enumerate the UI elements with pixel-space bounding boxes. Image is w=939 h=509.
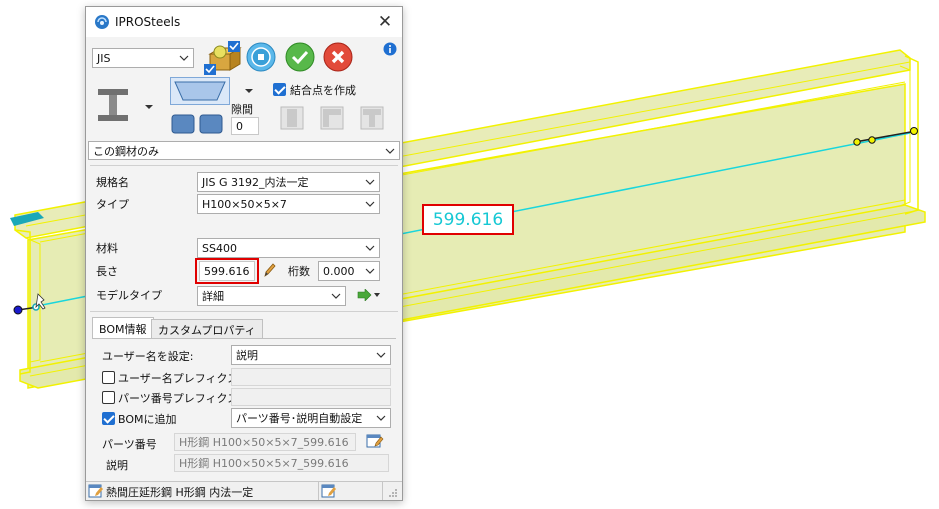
cancel-icon[interactable] <box>323 42 353 72</box>
type-value: H100×50×5×7 <box>202 197 287 211</box>
placement-dropdown-icon[interactable] <box>244 87 254 95</box>
apply-icon[interactable] <box>246 42 276 72</box>
part-number-label: パーツ番号 <box>102 438 157 451</box>
chevron-down-icon <box>376 415 386 421</box>
username-label: ユーザー名を設定: <box>102 350 194 363</box>
username-prefix-checkbox[interactable] <box>102 371 115 384</box>
model-type-select[interactable]: 詳細 <box>197 286 346 306</box>
title-bar: IPROSteels ✕ <box>86 7 402 37</box>
ok-icon[interactable] <box>285 42 315 72</box>
length-highlight <box>195 258 259 284</box>
chevron-down-icon <box>365 245 375 251</box>
iprosteels-dialog: IPROSteels ✕ JIS 結合点を作成 隙間 0 この鋼材のみ 規格名 … <box>85 6 403 501</box>
end-point-handle-b[interactable] <box>868 136 876 144</box>
chevron-down-icon <box>331 293 341 299</box>
standard-select[interactable]: JIS <box>92 48 194 68</box>
connect-type-c-icon[interactable] <box>359 105 385 131</box>
chevron-down-icon <box>385 148 395 154</box>
dimension-label[interactable]: 599.616 <box>422 204 514 235</box>
h-beam-icon[interactable] <box>94 85 134 125</box>
edit-note-icon[interactable] <box>366 433 384 449</box>
type-label: タイプ <box>96 198 129 211</box>
scope-value: この鋼材のみ <box>93 144 159 158</box>
placement-selector[interactable] <box>170 77 230 105</box>
end-point-handle-a[interactable] <box>853 138 861 146</box>
status-divider <box>382 482 383 500</box>
digits-label: 桁数 <box>288 265 310 278</box>
joint-label: 結合点を作成 <box>290 84 356 97</box>
alignment-icons[interactable] <box>170 111 226 135</box>
start-point-handle[interactable] <box>13 305 23 315</box>
tab-bom[interactable]: BOM情報 <box>92 317 154 339</box>
add-bom-value: パーツ番号･説明自動設定 <box>236 412 363 425</box>
spec-select[interactable]: JIS G 3192_内法一定 <box>197 172 380 192</box>
placement-shape-icon <box>174 81 226 101</box>
digits-value: 0.000 <box>323 264 355 278</box>
arrow-icon <box>357 289 380 301</box>
add-bom-select[interactable]: パーツ番号･説明自動設定 <box>231 408 391 428</box>
description-field: H形鋼 H100×50×5×7_599.616 <box>174 454 389 472</box>
section-dropdown-icon[interactable] <box>144 103 154 111</box>
add-bom-label: BOMに追加 <box>118 413 177 426</box>
username-prefix-input[interactable] <box>231 368 391 386</box>
close-icon[interactable]: ✕ <box>376 12 394 32</box>
model-type-value: 詳細 <box>202 290 224 303</box>
end-point-handle-c[interactable] <box>910 127 918 135</box>
chevron-down-icon <box>376 352 386 358</box>
info-icon[interactable] <box>383 42 397 56</box>
part-prefix-label: パーツ番号プレフィクス <box>118 392 239 405</box>
part-number-field: H形鋼 H100×50×5×7_599.616 <box>174 433 356 451</box>
material-label: 材料 <box>96 242 118 255</box>
spec-label: 規格名 <box>96 176 129 189</box>
digits-select[interactable]: 0.000 <box>318 261 380 281</box>
part-prefix-checkbox[interactable] <box>102 391 115 404</box>
material-value: SS400 <box>202 241 237 255</box>
status-divider <box>318 482 319 500</box>
joint-checkbox[interactable] <box>273 83 286 96</box>
connect-type-a-icon[interactable] <box>279 105 305 131</box>
model-type-label: モデルタイプ <box>96 289 162 302</box>
status-text: 熱間圧延形鋼 H形鋼 内法一定 <box>106 486 254 499</box>
type-select[interactable]: H100×50×5×7 <box>197 194 380 214</box>
chevron-down-icon <box>365 201 375 207</box>
chevron-down-icon <box>365 268 375 274</box>
divider <box>90 165 398 166</box>
dialog-title: IPROSteels <box>115 15 181 29</box>
chevron-down-icon <box>179 55 189 61</box>
material-select[interactable]: SS400 <box>197 238 380 258</box>
chevron-down-icon <box>365 179 375 185</box>
tab-custom-properties[interactable]: カスタムプロパティ <box>151 319 263 339</box>
app-logo-icon <box>95 15 109 29</box>
username-prefix-label: ユーザー名プレフィクス <box>118 372 239 385</box>
status-edit-icon[interactable] <box>321 484 337 498</box>
connect-type-b-icon[interactable] <box>319 105 345 131</box>
edit-pencil-icon[interactable] <box>263 262 277 278</box>
divider <box>90 311 398 312</box>
resize-grip-icon[interactable] <box>388 488 398 498</box>
add-bom-checkbox[interactable] <box>102 412 115 425</box>
part-prefix-input[interactable] <box>231 388 391 406</box>
username-value: 説明 <box>236 349 258 362</box>
gap-label: 隙間 <box>231 103 253 116</box>
description-label: 説明 <box>106 459 128 472</box>
username-select[interactable]: 説明 <box>231 345 391 365</box>
auto-create-icon[interactable] <box>204 40 244 78</box>
scope-select[interactable]: この鋼材のみ <box>88 141 400 160</box>
spec-value: JIS G 3192_内法一定 <box>202 176 309 189</box>
status-note-icon <box>88 484 103 498</box>
model-action-button[interactable] <box>355 286 383 304</box>
standard-value: JIS <box>97 51 111 65</box>
gap-input[interactable]: 0 <box>231 117 259 135</box>
status-bar: 熱間圧延形鋼 H形鋼 内法一定 <box>86 481 402 500</box>
length-label: 長さ <box>96 265 118 278</box>
